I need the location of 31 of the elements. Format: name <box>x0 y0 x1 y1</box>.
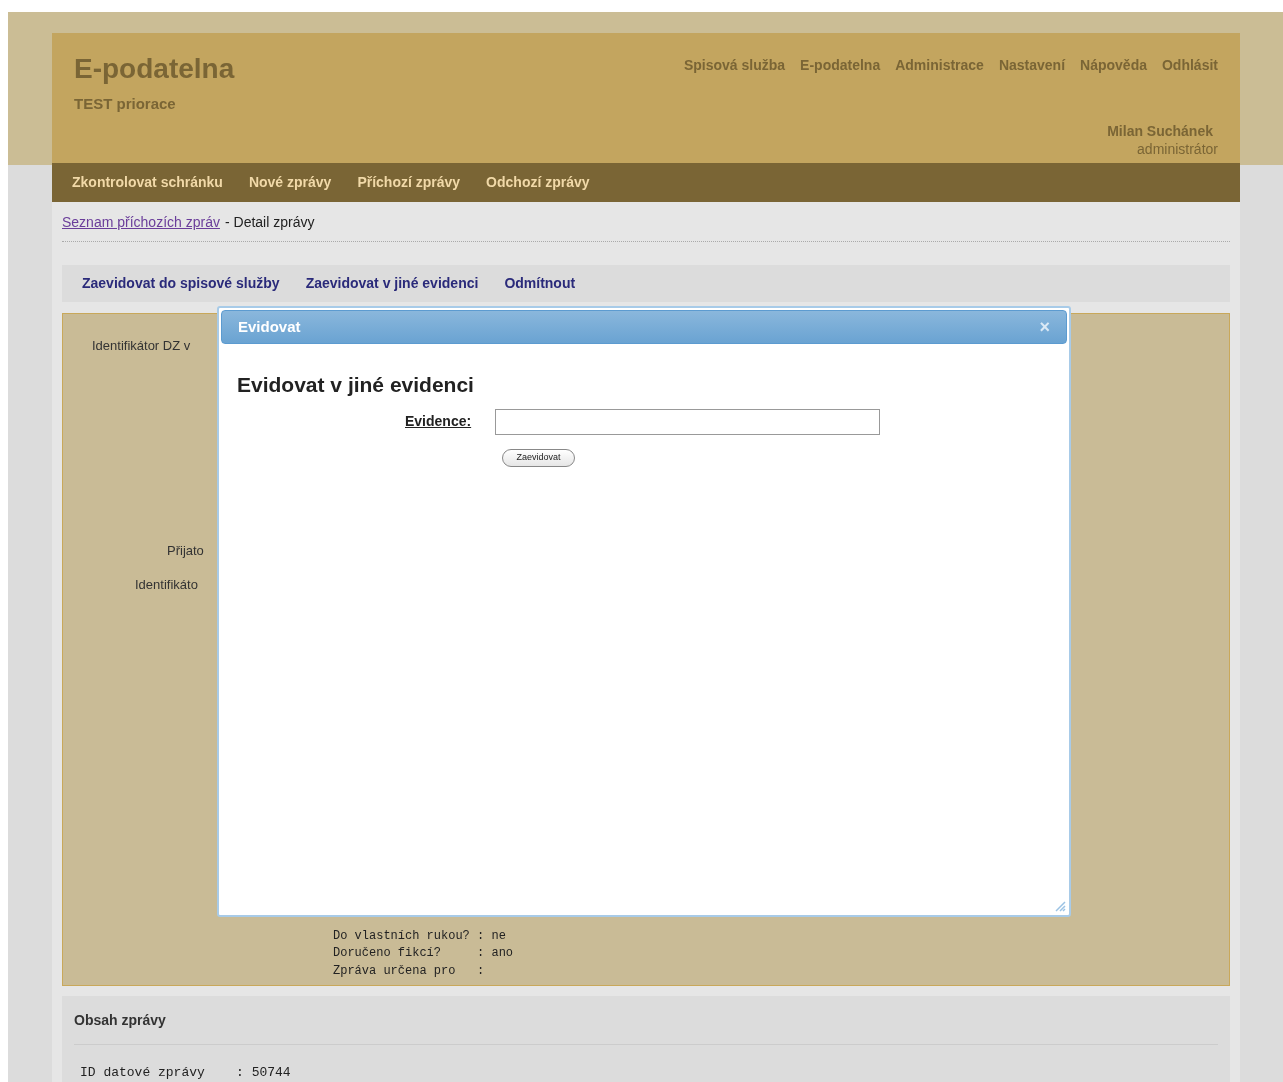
user-name: Milan Suchánek <box>1107 122 1213 141</box>
dialog-title: Evidovat <box>238 316 301 337</box>
nav-link[interactable]: Příchozí zprávy <box>357 172 461 193</box>
field-label: Evidence: <box>405 411 472 431</box>
dialog-heading: Evidovat v jiné evidenci <box>237 372 475 398</box>
top-link[interactable]: Nápověda <box>1080 55 1147 76</box>
message-content: ID datové zprávy : 50744 <box>80 1063 292 1082</box>
resize-grip-icon <box>1054 900 1066 912</box>
top-link[interactable]: Odhlásit <box>1162 55 1218 76</box>
submit-button[interactable]: Zaevidovat <box>502 448 575 467</box>
breadcrumb-link[interactable]: Seznam příchozích zpráv <box>62 211 220 233</box>
app-subtitle: TEST priorace <box>74 94 177 114</box>
user-role: administrátor <box>1137 142 1218 156</box>
breadcrumb-current: - Detail zprávy <box>224 212 315 232</box>
field-label: Přijato <box>167 541 204 560</box>
nav-link[interactable]: Nové zprávy <box>248 172 332 193</box>
action-link[interactable]: Zaevidovat do spisové služby <box>82 272 280 294</box>
evidence-input[interactable] <box>495 408 881 435</box>
top-link[interactable]: Administrace <box>895 55 984 76</box>
nav-link[interactable]: Odchozí zprávy <box>486 172 590 193</box>
action-link[interactable]: Odmítnout <box>504 272 576 294</box>
top-link[interactable]: E-podatelna <box>800 55 881 76</box>
message-details: Do vlastních rukou? : ne Doručeno fikcí? : ano Zpráva určena pro : <box>333 927 514 980</box>
field-label: Identifikátor DZ v <box>92 337 191 356</box>
app-title: E-podatelna <box>74 55 235 83</box>
section-title: Obsah zprávy <box>74 1011 166 1028</box>
nav-link[interactable]: Zkontrolovat schránku <box>72 172 223 193</box>
top-link[interactable]: Nastavení <box>998 55 1066 76</box>
action-link[interactable]: Zaevidovat v jiné evidenci <box>305 272 479 294</box>
top-link[interactable]: Spisová služba <box>683 55 786 76</box>
field-label: Identifikáto <box>135 576 198 595</box>
